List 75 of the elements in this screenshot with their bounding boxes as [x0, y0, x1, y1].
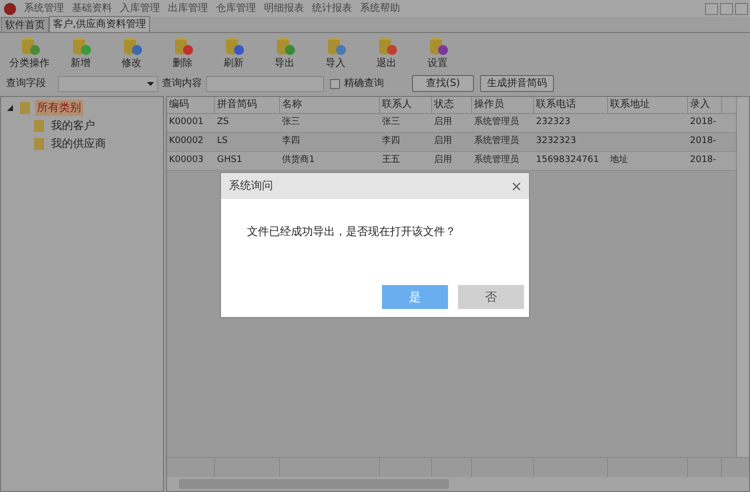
table-cell-text: 地址: [609, 154, 629, 168]
table-cell-text: 张三: [281, 116, 301, 130]
dialog-button[interactable]: 否: [458, 285, 524, 309]
tab[interactable]: 软件首页: [1, 17, 49, 32]
column-header[interactable]: 名称: [280, 97, 380, 113]
table-cell-text: LS: [216, 135, 229, 148]
field-dropdown[interactable]: [58, 76, 158, 92]
expander-icon[interactable]: [7, 105, 15, 111]
table-cell-text: GHS1: [216, 154, 244, 168]
table-cell-text: 张三: [381, 116, 401, 130]
table-cell-text: 启用: [433, 154, 453, 168]
menu-item[interactable]: 系统管理: [20, 1, 68, 16]
toolbar-button[interactable]: 退出: [361, 36, 412, 70]
tree-item[interactable]: 我的客户: [49, 118, 97, 134]
table-cell-text: 启用: [433, 116, 453, 130]
table-cell-text: 供货商1: [281, 154, 316, 168]
menu-item[interactable]: 系统帮助: [356, 1, 404, 16]
dialog-title: 系统询问: [229, 178, 273, 194]
tree-item[interactable]: 所有类别: [35, 100, 83, 116]
table-cell-text: 李四: [381, 135, 401, 148]
table-cell-text: 15698324761: [535, 154, 600, 168]
folder-icon: [33, 119, 45, 133]
tree-item[interactable]: 我的供应商: [49, 136, 108, 152]
search-button[interactable]: 查找(S): [412, 75, 474, 92]
dialog-message: 文件已经成功导出，是否现在打开该文件？: [247, 225, 456, 238]
table-cell-text: 李四: [281, 135, 301, 148]
menu-item[interactable]: 统计报表: [308, 1, 356, 16]
table-cell-text: 系统管理员: [473, 116, 520, 130]
folder-icon: [19, 101, 31, 115]
search-button[interactable]: 生成拼音简码: [480, 75, 554, 92]
column-header[interactable]: 拼音简码: [215, 97, 280, 113]
toolbar-button[interactable]: 导入: [310, 36, 361, 70]
column-header[interactable]: 编码: [167, 97, 215, 113]
menu-item[interactable]: 明细报表: [260, 1, 308, 16]
table-cell-text: 系统管理员: [473, 154, 520, 168]
toolbar-button[interactable]: 导出: [259, 36, 310, 70]
table-cell-text: ZS: [216, 116, 230, 130]
vertical-scrollbar[interactable]: [736, 97, 749, 457]
exact-label: 精确查询: [344, 76, 385, 91]
content-input[interactable]: [206, 76, 324, 92]
horizontal-scrollbar[interactable]: [167, 477, 749, 491]
table-cell-text: K00002: [168, 135, 205, 148]
table-cell-text: 系统管理员: [473, 135, 520, 148]
column-header[interactable]: 联系电话: [534, 97, 608, 113]
toolbar-button[interactable]: 分类操作: [4, 36, 55, 70]
menu-item[interactable]: 出库管理: [164, 1, 212, 16]
column-header[interactable]: 录入: [688, 97, 722, 113]
menu-item[interactable]: 仓库管理: [212, 1, 260, 16]
menu-item[interactable]: 入库管理: [116, 1, 164, 16]
toolbar-button[interactable]: 设置: [412, 36, 463, 70]
table-cell-text: 2018-: [689, 135, 718, 148]
table-cell-text: K00003: [168, 154, 205, 168]
table-cell-text: 3232323: [535, 135, 578, 148]
folder-icon: [33, 137, 45, 151]
table-cell-text: 2018-: [689, 154, 718, 168]
toolbar-button[interactable]: 删除: [157, 36, 208, 70]
column-header[interactable]: 联系地址: [608, 97, 688, 113]
menu-item[interactable]: 基础资料: [68, 1, 116, 16]
table-cell-text: 王五: [381, 154, 401, 168]
table-cell-text: 232323: [535, 116, 572, 130]
table-cell-text: 2018-: [689, 116, 718, 130]
column-header[interactable]: 操作员: [472, 97, 534, 113]
toolbar-button[interactable]: 修改: [106, 36, 157, 70]
column-header[interactable]: 状态: [432, 97, 472, 113]
table-cell-text: K00001: [168, 116, 205, 130]
dropdown-caret-icon: [147, 82, 154, 86]
app-logo-icon: [4, 2, 16, 14]
table-cell-text: 启用: [433, 135, 453, 148]
toolbar-button[interactable]: 新增: [55, 36, 106, 70]
tab[interactable]: 客户,供应商资料管理: [49, 16, 150, 32]
exact-checkbox[interactable]: [330, 78, 340, 88]
column-header[interactable]: 联系人: [380, 97, 432, 113]
toolbar-button[interactable]: 刷新: [208, 36, 259, 70]
content-label: 查询内容: [162, 76, 202, 91]
field-label: 查询字段: [6, 76, 47, 91]
